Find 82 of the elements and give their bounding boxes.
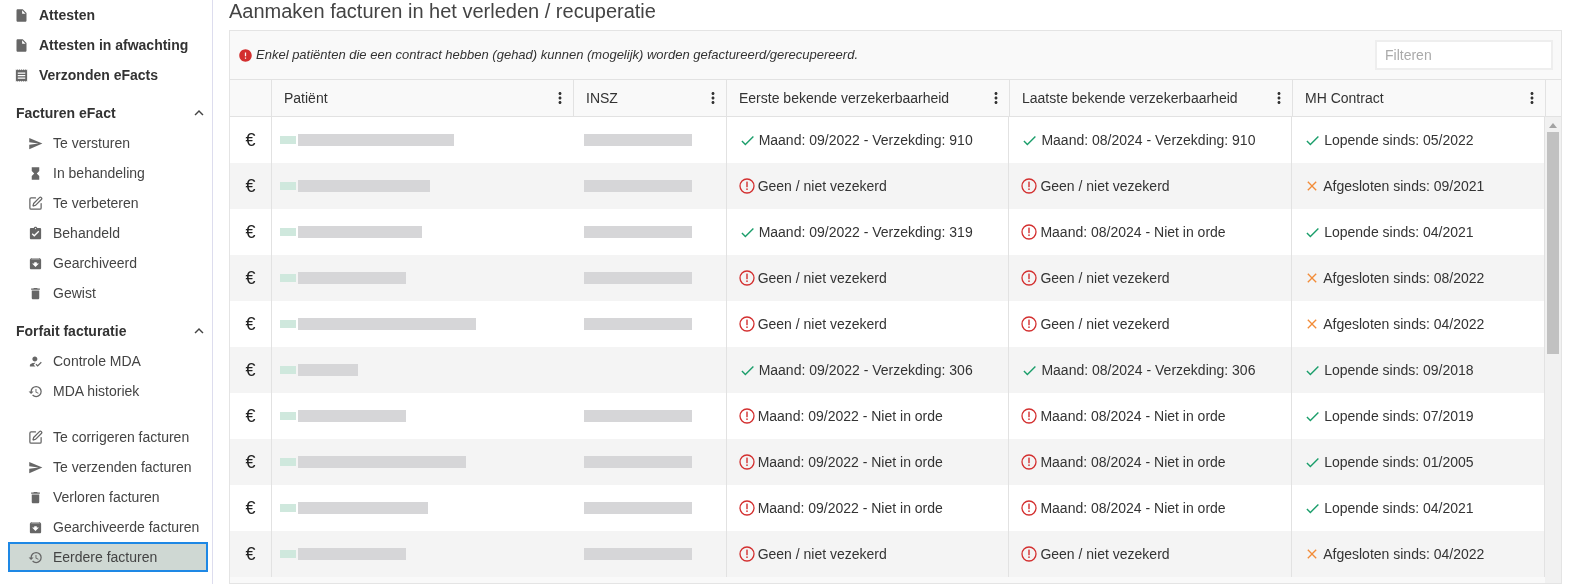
sidebar-item[interactable]: Gearchiveerd	[0, 248, 212, 278]
edit-icon	[28, 429, 43, 445]
status-text: Maand: 08/2024 - Niet in orde	[1040, 452, 1226, 472]
status-text: Maand: 08/2024 - Verzekding: 306	[1041, 360, 1256, 380]
trash-icon	[28, 285, 43, 301]
status-text: Geen / niet vezekerd	[757, 544, 887, 564]
column-header[interactable]: Eerste bekende verzekerbaarheid	[739, 87, 950, 109]
status-text: Geen / niet vezekerd	[1040, 314, 1170, 334]
notice-text: Enkel patiënten die een contract hebben (gehad) kunnen (mogelijk) worden gefactureerd/gerecupereerd.	[256, 46, 858, 65]
column-header[interactable]: INSZ	[586, 87, 618, 109]
status-text: Maand: 08/2024 - Niet in orde	[1040, 406, 1226, 426]
section-title: Facturen eFact	[16, 103, 116, 123]
status-text: Maand: 09/2022 - Niet in orde	[757, 498, 943, 518]
status-text: Lopende sinds: 04/2021	[1324, 498, 1474, 518]
scrollbar[interactable]	[1545, 117, 1561, 583]
archive-icon	[28, 519, 43, 535]
status-text: Maand: 09/2022 - Verzekding: 910	[758, 130, 973, 150]
sidebar-item[interactable]: Attesten	[0, 0, 212, 30]
status-text: Lopende sinds: 09/2018	[1324, 360, 1474, 380]
status-text: Maand: 09/2022 - Niet in orde	[757, 452, 943, 472]
sidebar-item[interactable]: Controle MDA	[0, 346, 212, 376]
sidebar-item[interactable]: Behandeld	[0, 218, 212, 248]
sidebar-item[interactable]: Verzonden eFacts	[0, 60, 212, 90]
status-text: Lopende sinds: 07/2019	[1324, 406, 1474, 426]
archive-icon	[28, 255, 43, 271]
clipboard-check-icon	[28, 225, 43, 241]
column-header[interactable]: Patiënt	[284, 87, 328, 109]
sidebar-item[interactable]: Te corrigeren facturen	[0, 422, 212, 452]
filter-field[interactable]: Filteren	[1375, 40, 1553, 70]
status-text: Maand: 09/2022 - Verzekding: 319	[758, 222, 973, 242]
status-text: Geen / niet vezekerd	[757, 176, 887, 196]
sidebar-item[interactable]: Te versturen	[0, 128, 212, 158]
document-icon	[14, 7, 29, 23]
sidebar-item[interactable]: Attesten in afwachting	[0, 30, 212, 60]
status-text: Maand: 09/2022 - Verzekding: 306	[758, 360, 973, 380]
sidebar-item[interactable]: Verloren facturen	[0, 482, 212, 512]
euro-symbol[interactable]: €	[245, 172, 256, 200]
status-text: Lopende sinds: 05/2022	[1324, 130, 1474, 150]
sidebar-item[interactable]: Te verzenden facturen	[0, 452, 212, 482]
euro-symbol[interactable]: €	[245, 540, 256, 568]
status-text: Geen / niet vezekerd	[1040, 268, 1170, 288]
sidebar-item[interactable]: Te verbeteren	[0, 188, 212, 218]
status-text: Geen / niet vezekerd	[1040, 544, 1170, 564]
status-text: Geen / niet vezekerd	[757, 314, 887, 334]
status-text: Maand: 08/2024 - Niet in orde	[1040, 222, 1226, 242]
euro-symbol[interactable]: €	[245, 448, 256, 476]
send-icon	[28, 135, 43, 151]
sidebar-item[interactable]: Eerdere facturen	[8, 542, 208, 572]
column-header[interactable]: Laatste bekende verzekerbaarheid	[1022, 87, 1238, 109]
status-text: Afgesloten sinds: 09/2021	[1323, 176, 1485, 196]
edit-icon	[28, 195, 43, 211]
send-icon	[28, 459, 43, 475]
section-title: Forfait facturatie	[16, 321, 127, 341]
receipt-icon	[14, 67, 29, 83]
status-text: Maand: 08/2024 - Niet in orde	[1040, 498, 1226, 518]
euro-symbol[interactable]: €	[245, 356, 256, 384]
history-icon	[28, 549, 43, 565]
status-text: Afgesloten sinds: 04/2022	[1323, 544, 1485, 564]
status-text: Maand: 09/2022 - Niet in orde	[757, 406, 943, 426]
status-text: Afgesloten sinds: 08/2022	[1323, 268, 1485, 288]
euro-symbol[interactable]: €	[245, 310, 256, 338]
status-text: Lopende sinds: 04/2021	[1324, 222, 1474, 242]
trash-icon	[28, 489, 43, 505]
status-text: Maand: 08/2024 - Verzekding: 910	[1041, 130, 1256, 150]
sidebar-item[interactable]: Gearchiveerde facturen	[0, 512, 212, 542]
sidebar-item[interactable]: Gewist	[0, 278, 212, 308]
column-header[interactable]: MH Contract	[1305, 87, 1384, 109]
sidebar-item[interactable]: MDA historiek	[0, 376, 212, 406]
euro-symbol[interactable]: €	[245, 264, 256, 292]
euro-symbol[interactable]: €	[245, 218, 256, 246]
euro-symbol[interactable]: €	[245, 126, 256, 154]
status-text: Afgesloten sinds: 04/2022	[1323, 314, 1485, 334]
alert-icon	[238, 47, 253, 63]
history-icon	[28, 383, 43, 399]
document-icon	[14, 37, 29, 53]
euro-symbol[interactable]: €	[245, 402, 256, 430]
euro-symbol[interactable]: €	[245, 494, 256, 522]
status-text: Geen / niet vezekerd	[757, 268, 887, 288]
sidebar-item[interactable]: In behandeling	[0, 158, 212, 188]
page-title: Aanmaken facturen in het verleden / recuperatie	[229, 0, 657, 24]
status-text: Geen / niet vezekerd	[1040, 176, 1170, 196]
status-text: Lopende sinds: 01/2005	[1324, 452, 1474, 472]
